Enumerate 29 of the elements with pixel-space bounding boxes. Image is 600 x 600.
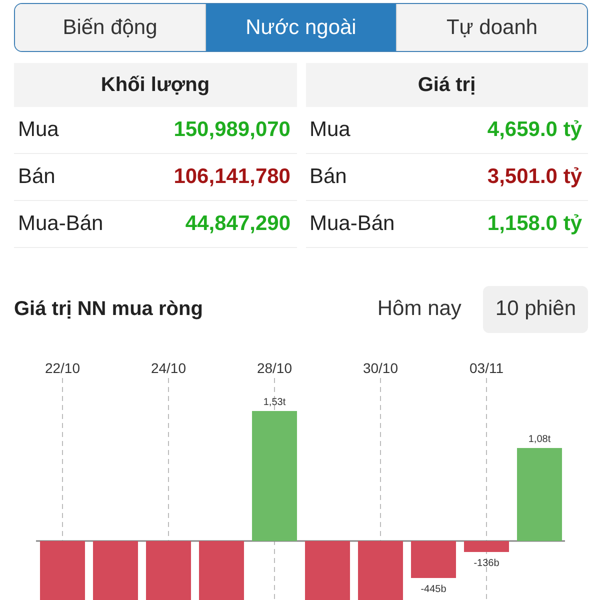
row-value: 106,141,780	[174, 165, 290, 189]
column-header: Giá trị	[306, 63, 588, 107]
row-value: 3,501.0 tỷ	[487, 165, 582, 189]
row-label: Mua-Bán	[18, 212, 104, 236]
period-button[interactable]: Hôm nay	[365, 286, 474, 332]
period-button[interactable]: 10 phiên	[483, 286, 588, 332]
value-label: -445b	[420, 584, 446, 595]
date-label: 28/10	[256, 360, 292, 376]
value-label: -136b	[474, 558, 500, 569]
row-value: 150,989,070	[174, 118, 290, 142]
date-label: 22/10	[44, 360, 80, 376]
row-label: Mua	[18, 118, 59, 142]
value-label: 1,53t	[263, 397, 286, 408]
date-label: 24/10	[150, 360, 186, 376]
row-label: Bán	[310, 165, 347, 189]
value-label: 1,08t	[528, 434, 551, 445]
date-label: 03/11	[470, 360, 504, 376]
row-value: 44,847,290	[185, 212, 290, 236]
column-header: Khối lượng	[14, 63, 296, 107]
tab[interactable]: Biến động	[15, 4, 205, 51]
tab[interactable]: Tự doanh	[396, 4, 587, 51]
date-label: 30/10	[362, 360, 398, 376]
tab[interactable]: Nước ngoài	[205, 4, 396, 51]
row-value: 1,158.0 tỷ	[487, 212, 582, 236]
chart-title: Giá trị NN mua ròng	[14, 298, 204, 320]
row-label: Mua-Bán	[310, 212, 395, 236]
row-label: Bán	[18, 165, 56, 189]
row-label: Mua	[310, 118, 350, 142]
row-value: 4,659.0 tỷ	[487, 118, 582, 142]
